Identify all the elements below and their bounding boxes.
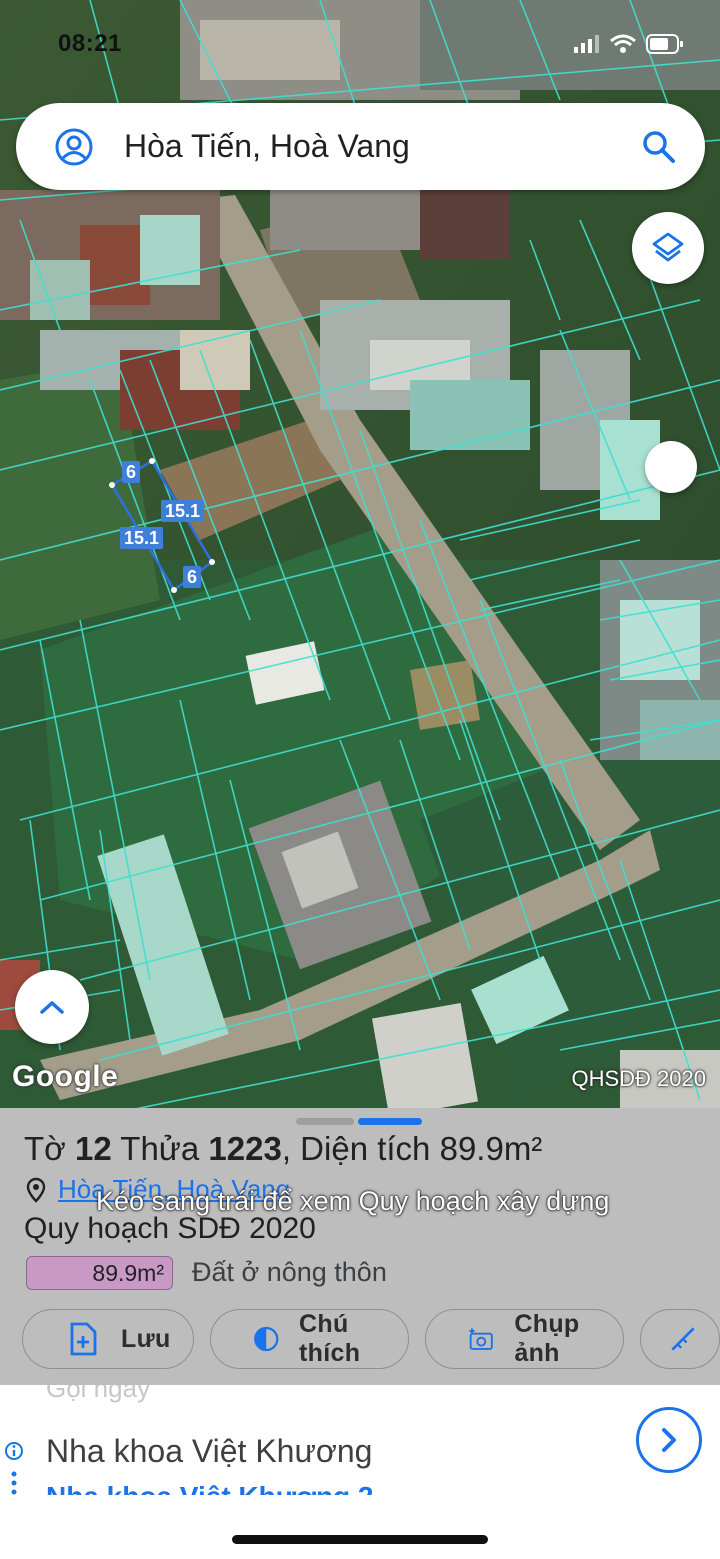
legend-contrast-icon (253, 1326, 278, 1352)
save-button[interactable]: Lưu (22, 1309, 194, 1369)
parcel-info-sheet[interactable]: Tờ 12 Thửa 1223, Diện tích 89.9m² Hòa Ti… (0, 1108, 720, 1385)
sheet-number: 12 (74, 1130, 112, 1167)
ad-subtitle[interactable]: Nha khoa Việt Khương 2 (46, 1481, 374, 1495)
expand-up-button[interactable] (15, 970, 89, 1044)
wifi-icon (610, 34, 636, 53)
ad-title[interactable]: Nha khoa Việt Khương (46, 1433, 372, 1470)
legend-label: Chú thích (299, 1310, 361, 1367)
location-pin-icon (26, 1177, 46, 1203)
capture-label: Chụp ảnh (514, 1310, 580, 1367)
home-indicator[interactable] (232, 1535, 488, 1544)
layers-icon (652, 232, 684, 262)
area-prefix: , Diện tích (281, 1130, 431, 1167)
account-icon[interactable] (54, 127, 94, 167)
ad-open-button[interactable] (636, 1407, 702, 1473)
land-area-badge: 89.9m² (26, 1256, 173, 1290)
ruler-icon (671, 1327, 695, 1351)
plan-title: Quy hoạch SDĐ 2020 (24, 1212, 316, 1245)
page-indicator (296, 1118, 422, 1125)
save-label: Lưu (121, 1324, 171, 1353)
layers-button[interactable] (632, 212, 704, 284)
more-vert-icon[interactable] (10, 1471, 18, 1495)
measurement-label: 15.1 (161, 500, 205, 522)
status-time: 08:21 (58, 30, 122, 57)
chevron-right-icon (662, 1428, 676, 1452)
sheet-prefix: Tờ (24, 1130, 66, 1167)
status-icons (574, 34, 684, 54)
info-icon[interactable] (4, 1441, 24, 1461)
screen: 6 15.1 15.1 6 08:21 Hòa Tiến, Hoà Vang G… (0, 0, 720, 1559)
cellular-signal-icon (574, 35, 599, 53)
page-dot (296, 1118, 354, 1125)
measurement-label: 6 (122, 461, 141, 483)
search-bar[interactable]: Hòa Tiến, Hoà Vang (16, 103, 705, 190)
measurement-label: 6 (183, 566, 202, 588)
search-icon[interactable] (639, 127, 679, 167)
capture-button[interactable]: Chụp ảnh (424, 1309, 624, 1369)
parcel-title: Tờ 12 Thửa 1223, Diện tích 89.9m² (24, 1130, 542, 1168)
save-add-icon (70, 1322, 97, 1356)
measurement-label: 15.1 (120, 527, 164, 549)
measure-button[interactable] (640, 1309, 720, 1369)
map-layer-label: QHSDĐ 2020 (571, 1066, 706, 1091)
page-dot-active (358, 1118, 422, 1125)
opacity-slider-handle[interactable] (645, 441, 697, 493)
ad-faded-text: Gọi ngay (46, 1385, 151, 1403)
satellite-map[interactable]: 6 15.1 15.1 6 08:21 Hòa Tiến, Hoà Vang G… (0, 0, 720, 1110)
legend-button[interactable]: Chú thích (209, 1309, 409, 1369)
ad-banner[interactable]: Gọi ngay Nha khoa Việt Khương Nha khoa V… (0, 1385, 720, 1495)
area-value: 89.9m² (439, 1130, 543, 1167)
battery-icon (646, 34, 683, 54)
parcel-prefix: Thửa (120, 1130, 200, 1167)
chevron-up-icon (40, 1001, 64, 1014)
search-query[interactable]: Hòa Tiến, Hoà Vang (124, 128, 639, 165)
parcel-number: 1223 (208, 1130, 282, 1167)
land-type-label: Đất ở nông thôn (192, 1257, 387, 1287)
home-bar-area (0, 1495, 720, 1559)
camera-add-icon (469, 1328, 493, 1350)
action-chips: Lưu Chú thích Chụp ảnh (22, 1309, 720, 1369)
google-logo: Google (12, 1060, 119, 1093)
